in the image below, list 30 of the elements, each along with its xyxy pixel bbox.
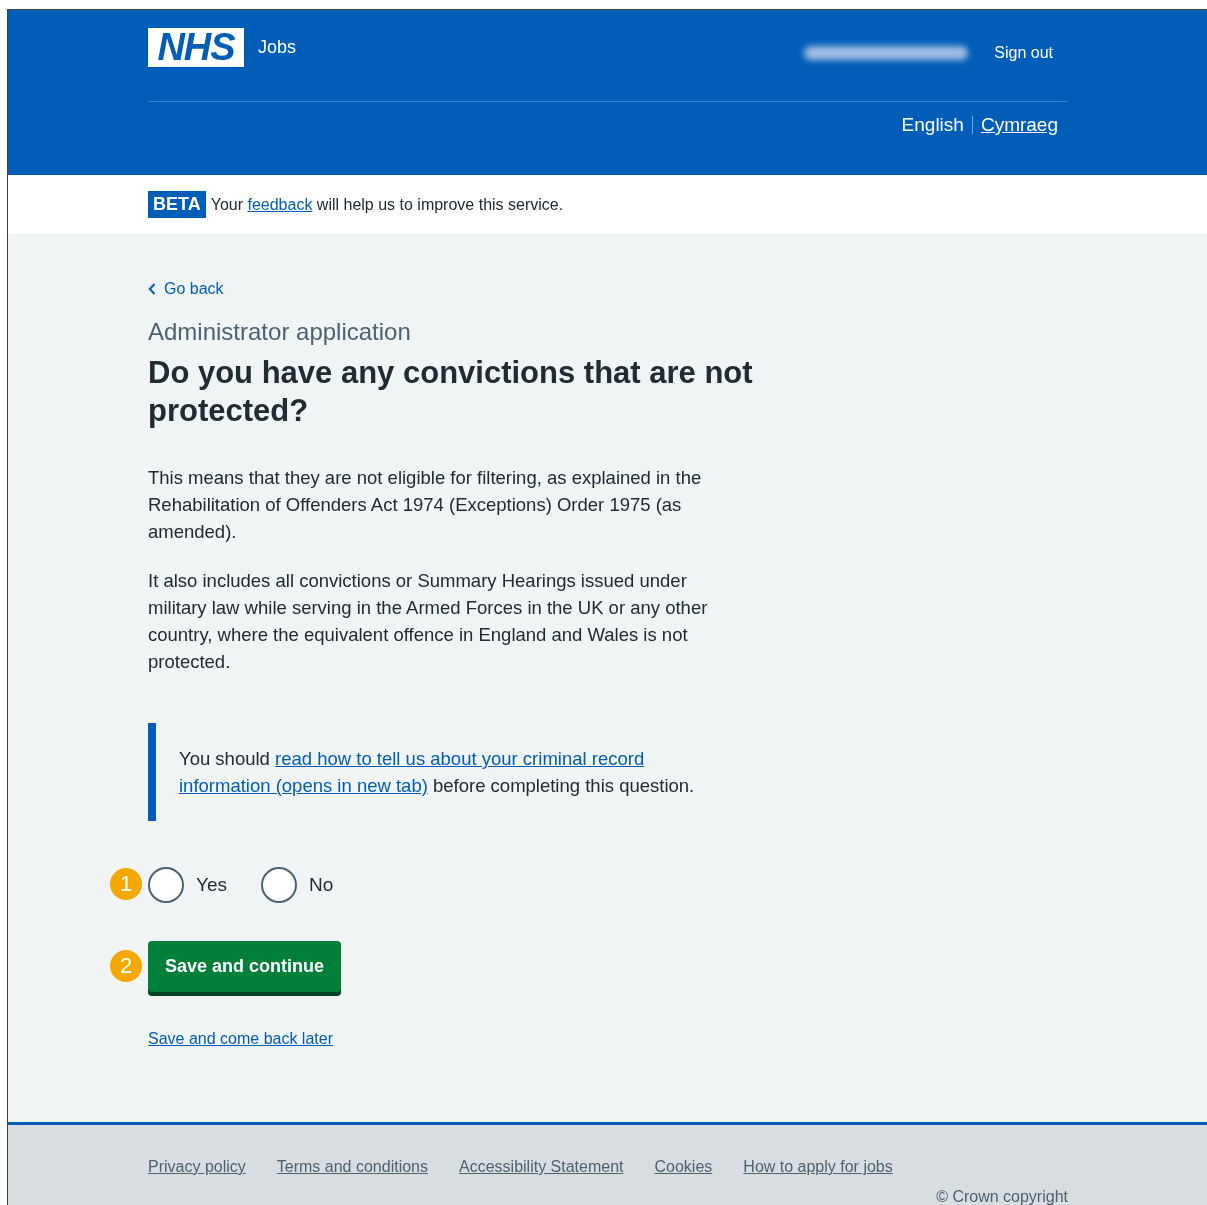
radio-button[interactable] [148,867,184,903]
caption: Administrator application [148,318,412,346]
service-name[interactable]: Jobs [258,37,297,58]
footer-link[interactable]: Terms and conditions [276,1158,428,1176]
footer-link[interactable]: How to apply for jobs [743,1158,893,1176]
language-link[interactable]: English [901,114,964,136]
radio-button[interactable] [261,867,297,903]
save-later-link[interactable]: Save and come back later [148,1030,333,1048]
criminal-record-link[interactable]: read how to tell us about your criminal record [275,748,645,769]
body-paragraph: This means that they are not eligible for filtering, as explained in the Rehabilitation of Offenders Act 1974 (Exceptions) Order 1975 (as amended). [148,466,703,544]
body-paragraph: It also includes all convictions or Summary Hearings issued under military law while serving in the Armed Forces in the UK or any other country, where the equivalent offence in England and Wales is not protected. [148,569,709,674]
page-heading: Do you have any convictions that are not protected? [148,354,754,430]
banner-text: Your feedback will help us to improve this service. [210,195,564,214]
chevron-left-icon [148,283,156,295]
radio-label: Yes [196,874,227,896]
step-badge: 2 [110,949,142,982]
radio-label: No [309,874,334,896]
footer-link[interactable]: Accessibility Statement [459,1158,624,1176]
inset-text: You should read how to tell us about your criminal record information (opens in new tab) before completing this question. [179,747,696,798]
sign-out-link[interactable]: Sign out [994,44,1053,62]
footer-link[interactable]: Cookies [654,1158,713,1176]
step-badge: 1 [110,868,142,900]
criminal-record-link[interactable]: information (opens in new tab) [179,775,428,796]
footer-link[interactable]: Privacy policy [148,1158,246,1176]
copyright-text: © Crown copyright [935,1188,1068,1205]
language-link[interactable]: Cymraeg [980,114,1058,136]
beta-tag: BETA [148,191,206,218]
nhs-logo[interactable]: NHS [148,28,244,67]
feedback-link[interactable]: feedback [247,195,313,213]
back-link[interactable]: Go back [148,280,748,298]
